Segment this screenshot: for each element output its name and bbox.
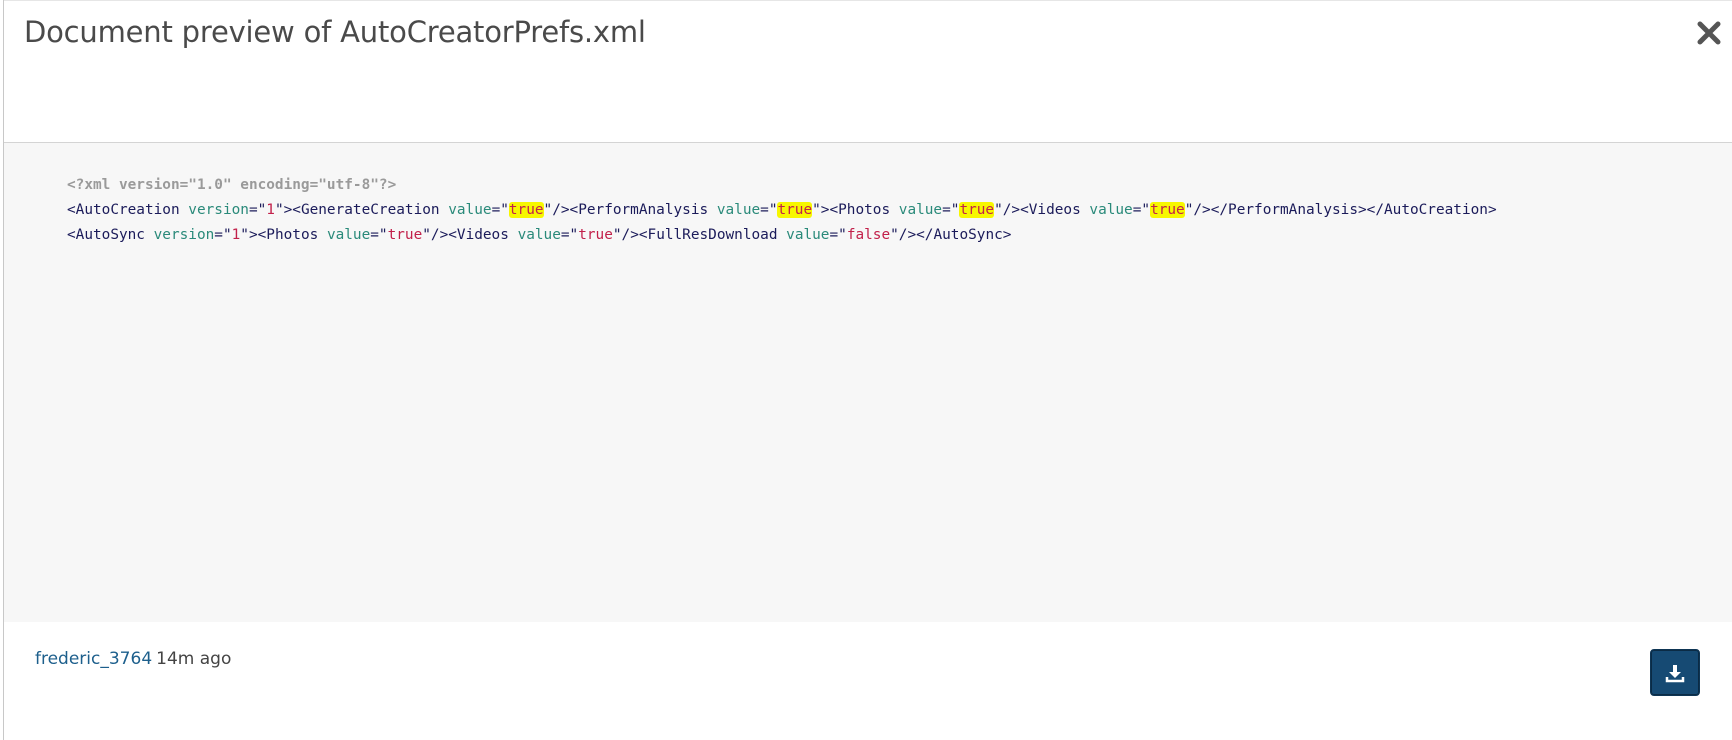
xml-declaration: <?xml version="1.0" encoding="utf-8"?> [67,177,397,193]
download-button[interactable] [1650,649,1700,696]
code-token: <AutoSync [67,227,154,243]
code-token: true [387,227,423,243]
code-token: true [578,227,613,243]
code-token: 1 [231,227,241,243]
code-token: 1 [266,202,275,218]
code-token: =" [370,227,388,243]
search-highlight: true [777,202,813,218]
code-token: value [448,202,492,218]
code-line-3: <AutoSync version="1"><Photos value="tru… [67,227,1011,243]
code-preview: <?xml version="1.0" encoding="utf-8"?> <… [4,143,1732,622]
code-line-2: <AutoCreation version="1"><GenerateCreat… [67,202,1497,218]
search-highlight: true [508,202,544,218]
document-preview-modal: Document preview of AutoCreatorPrefs.xml… [3,0,1732,740]
code-token: "/><FullResDownload [612,227,787,243]
modal-footer: frederic_3764 14m ago [4,622,1732,740]
code-token: "><Photos [240,227,327,243]
code-token: "/><PerformAnalysis [543,202,717,218]
code-token: =" [760,202,778,218]
search-highlight: true [1150,202,1185,218]
code-token: false [846,227,891,243]
code-token: =" [560,227,579,243]
code-token: =" [942,202,960,218]
code-token: "/><Videos [994,202,1090,218]
code-token: =" [1132,202,1151,218]
code-token: =" [214,227,232,243]
code-token: version [153,227,215,243]
code-token: =" [491,202,509,218]
code-token: "><GenerateCreation [274,202,449,218]
code-token: =" [829,227,847,243]
close-button[interactable] [1695,19,1723,47]
modal-header: Document preview of AutoCreatorPrefs.xml [4,0,1732,143]
code-token: value [326,227,371,243]
code-token: version [188,202,249,218]
download-icon [1665,664,1685,682]
code-token: "/></PerformAnalysis></AutoCreation> [1184,202,1497,218]
modal-title: Document preview of AutoCreatorPrefs.xml [24,15,646,49]
code-token: value [517,227,561,243]
code-token: value [1089,202,1133,218]
code-token: value [716,202,761,218]
uploader-link[interactable]: frederic_3764 [35,649,152,669]
code-token: =" [248,202,267,218]
code-token: "/><Videos [422,227,518,243]
xml-code: <?xml version="1.0" encoding="utf-8"?> <… [67,173,1497,248]
code-token: "/></AutoSync> [890,227,1012,243]
file-meta: frederic_3764 14m ago [35,649,231,669]
code-token: "><Photos [812,202,899,218]
search-highlight: true [959,202,995,218]
close-icon [1697,21,1721,45]
upload-time: 14m ago [156,649,232,669]
code-token: value [786,227,830,243]
code-token: value [898,202,943,218]
code-token: <AutoCreation [67,202,189,218]
